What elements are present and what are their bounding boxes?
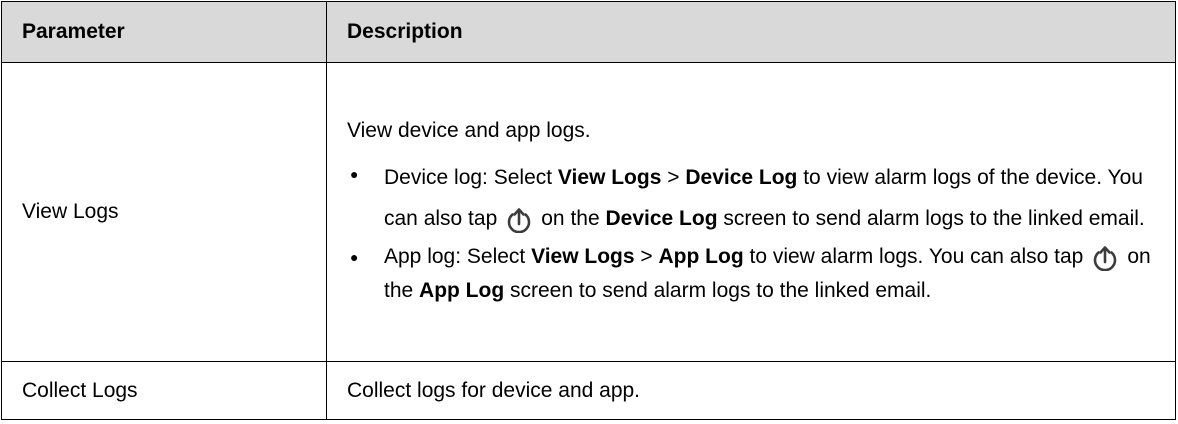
- table-row: Collect Logs Collect logs for device and…: [1, 361, 1176, 420]
- text-segment: >: [661, 166, 686, 189]
- table-row: View Logs View device and app logs. ● Dev…: [1, 62, 1176, 362]
- bullet-list: ● Device log: Select View Logs > Device L…: [347, 157, 1161, 308]
- bold-term: Device Log: [605, 207, 718, 230]
- parameter-cell: View Logs: [1, 62, 327, 362]
- list-item: ● App log: Select View Logs > App Log to …: [347, 240, 1161, 308]
- bold-term: View Logs: [531, 245, 635, 268]
- text-segment: >: [634, 245, 659, 268]
- text-segment: Device log: Select: [384, 166, 558, 189]
- text-segment: to view alarm logs. You can also tap: [743, 245, 1084, 268]
- bold-term: Device Log: [685, 166, 798, 189]
- upload-icon: [1091, 243, 1119, 272]
- text-segment: on the: [541, 207, 606, 230]
- description-intro: View device and app logs.: [347, 119, 591, 142]
- upload-icon: [505, 205, 533, 234]
- description-cell: View device and app logs. ● Device log: S…: [326, 62, 1176, 362]
- parameter-table: Parameter Description View Logs View dev…: [1, 1, 1176, 420]
- text-segment: screen to send alarm logs to the linked …: [717, 207, 1145, 230]
- parameter-cell: Collect Logs: [1, 361, 327, 420]
- list-item: ● Device log: Select View Logs > Device L…: [347, 157, 1161, 239]
- bullet-dot: ●: [350, 166, 359, 182]
- bold-term: App Log: [658, 245, 744, 268]
- bold-term: View Logs: [557, 166, 662, 189]
- header-description: Description: [326, 1, 1176, 63]
- bullet-dot: ●: [350, 249, 359, 265]
- header-parameter: Parameter: [1, 1, 327, 63]
- text-segment: screen to send alarm logs to the linked …: [504, 279, 932, 302]
- bold-term: App Log: [419, 279, 505, 302]
- table-header-row: Parameter Description: [1, 1, 1176, 63]
- description-cell: Collect logs for device and app.: [326, 361, 1176, 420]
- text-segment: App log: Select: [384, 245, 532, 268]
